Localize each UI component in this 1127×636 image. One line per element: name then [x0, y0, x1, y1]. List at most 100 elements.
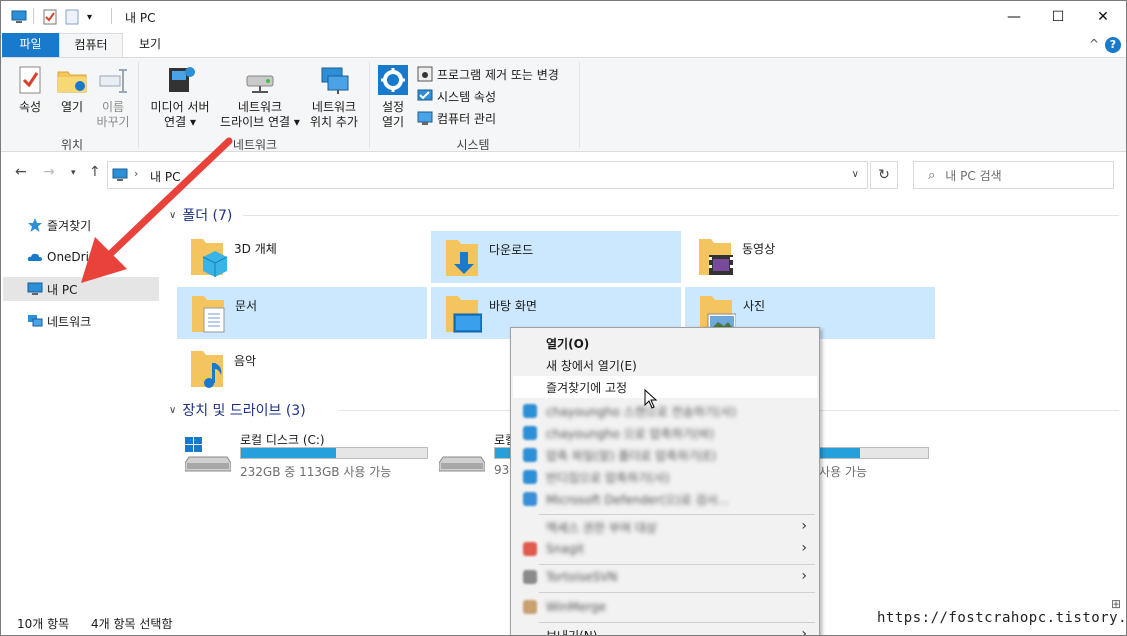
rename-label-2: 바꾸기	[96, 115, 130, 129]
up-arrow-icon[interactable]: ↑	[89, 164, 101, 180]
ribbon-collapse-icon[interactable]: ^	[1089, 37, 1099, 51]
nav-item-network[interactable]: 네트워크	[3, 309, 159, 333]
media-server-icon	[164, 64, 196, 96]
title-bar: ▾ 내 PC — ☐ ✕	[1, 1, 1126, 33]
menu-blurred-label: Snagit	[546, 542, 585, 556]
menu-item-pin-quick-access[interactable]: 즐겨찾기에 고정	[513, 376, 817, 398]
menu-blurred-label: chayoungho 스캔으로 전송하기(사)	[546, 404, 737, 419]
computer-management-icon	[417, 110, 433, 126]
address-path[interactable]: 내 PC	[150, 168, 180, 185]
properties-button[interactable]: 속성	[9, 64, 51, 115]
downloads-folder-icon	[446, 240, 478, 276]
map-drive-label-1: 네트워크	[237, 100, 283, 114]
breadcrumb-chevron-icon[interactable]: ›	[134, 167, 138, 180]
tab-file[interactable]: 파일	[2, 33, 59, 57]
nav-item-this-pc[interactable]: 내 PC	[3, 277, 159, 301]
menu-item-blurred-5[interactable]: Microsoft Defender(으)로 검사...	[513, 488, 817, 510]
menu-item-blurred-4[interactable]: 반디집으로 압축하기(사)	[513, 466, 817, 488]
tab-computer[interactable]: 컴퓨터	[59, 33, 123, 57]
add-network-location-button[interactable]: 네트워크 위치 추가	[303, 64, 365, 130]
computer-management-button[interactable]: 컴퓨터 관리	[417, 108, 496, 128]
folder-tile-documents[interactable]: 문서	[177, 287, 427, 339]
tab-view[interactable]: 보기	[127, 33, 173, 57]
menu-separator	[539, 564, 815, 565]
menu-item-blurred-8[interactable]: TortoiseSVN ›	[513, 566, 817, 588]
folder-tile-videos[interactable]: 동영상	[685, 231, 935, 283]
menu-item-blurred-9[interactable]: WinMerge	[513, 596, 817, 618]
menu-separator	[539, 622, 815, 623]
media-server-button[interactable]: 미디어 서버 연결 ▾	[145, 64, 215, 130]
uninstall-program-button[interactable]: 프로그램 제거 또는 변경	[417, 64, 559, 84]
menu-item-open-new-window[interactable]: 새 창에서 열기(E)	[513, 354, 817, 376]
nav-item-onedrive[interactable]: OneDrive	[3, 245, 159, 269]
shield-icon	[523, 492, 537, 506]
menu-open-label: 열기(O)	[546, 336, 590, 351]
menu-blurred-label: chayoungho 으로 압축하기(바)	[546, 426, 715, 441]
close-button[interactable]: ✕	[1080, 1, 1126, 33]
nav-item-quick-access[interactable]: 즐겨찾기	[3, 213, 159, 237]
app-icon	[523, 600, 537, 614]
drive-usage-fill	[241, 448, 336, 458]
submenu-arrow-icon: ›	[801, 626, 807, 636]
media-server-label-2-text: 연결	[164, 115, 187, 129]
folder-name: 다운로드	[489, 243, 534, 257]
collapse-chevron-icon[interactable]: ∨	[169, 210, 176, 221]
open-button[interactable]: 열기	[53, 64, 91, 115]
menu-item-blurred-3[interactable]: 압축 파일(알) 폴더로 압축하기(E)	[513, 444, 817, 466]
address-bar[interactable]: › 내 PC ∨	[107, 161, 868, 189]
media-server-label-1: 미디어 서버	[150, 100, 210, 114]
folder-name: 바탕 화면	[489, 299, 537, 313]
menu-blurred-label: WinMerge	[546, 600, 606, 614]
nav-onedrive-label: OneDrive	[47, 250, 104, 264]
drive-tile-c[interactable]: 로컬 디스크 (C:) 232GB 중 113GB 사용 가능	[177, 425, 437, 481]
folder-tile-3d-objects[interactable]: 3D 개체	[177, 231, 427, 283]
address-dropdown-icon[interactable]: ∨	[852, 169, 859, 180]
recent-locations-chevron-icon[interactable]: ▾	[71, 168, 76, 178]
toolbar-separator	[33, 8, 34, 24]
context-menu: 열기(O) 새 창에서 열기(E) 즐겨찾기에 고정 chayoungho 스캔…	[510, 327, 820, 636]
minimize-button[interactable]: —	[991, 1, 1037, 33]
add-location-label-2: 위치 추가	[310, 115, 358, 129]
folder-tile-downloads[interactable]: 다운로드	[431, 231, 681, 283]
rename-label-1: 이름	[101, 100, 125, 114]
system-properties-button[interactable]: 시스템 속성	[417, 86, 496, 106]
submenu-arrow-icon: ›	[801, 518, 807, 534]
refresh-button[interactable]: ↻	[870, 161, 898, 189]
group-separator	[579, 62, 580, 148]
view-toggle-icon[interactable]: ⊞	[1111, 597, 1121, 611]
menu-item-blurred-2[interactable]: chayoungho 으로 압축하기(바)	[513, 422, 817, 444]
collapse-chevron-icon[interactable]: ∨	[169, 405, 176, 416]
music-folder-icon	[191, 351, 223, 388]
menu-item-send-to[interactable]: 보내기(N) ›	[513, 624, 817, 636]
menu-item-blurred-1[interactable]: chayoungho 스캔으로 전송하기(사)	[513, 400, 817, 422]
ribbon-tabs: 파일 컴퓨터 보기 ^ ?	[1, 33, 1126, 57]
folder-tile-music[interactable]: 음악	[177, 343, 427, 395]
open-settings-button[interactable]: 설정 열기	[375, 64, 411, 130]
add-location-label-1: 네트워크	[311, 100, 357, 114]
menu-separator	[539, 592, 815, 593]
new-folder-quick-icon[interactable]	[65, 8, 79, 26]
menu-blurred-label: 반디집으로 압축하기(사)	[546, 470, 670, 485]
forward-arrow-icon[interactable]: →	[43, 164, 55, 180]
rename-button[interactable]: 이름 바꾸기	[93, 64, 133, 130]
search-box[interactable]: ⌕ 내 PC 검색	[913, 161, 1114, 189]
pc-icon	[11, 8, 27, 26]
drive-usage-bar	[240, 447, 428, 459]
app-icon	[523, 542, 537, 556]
menu-item-blurred-6[interactable]: 액세스 권한 부여 대상 ›	[513, 516, 817, 538]
refresh-icon: ↻	[878, 167, 890, 183]
menu-item-open[interactable]: 열기(O)	[513, 332, 817, 354]
help-icon[interactable]: ?	[1105, 37, 1121, 53]
submenu-arrow-icon: ›	[801, 568, 807, 584]
nav-quick-access-label: 즐겨찾기	[47, 218, 92, 233]
back-arrow-icon[interactable]: ←	[15, 164, 27, 180]
folders-section-header[interactable]: ∨ 폴더 (7)	[169, 205, 1119, 225]
properties-quick-icon[interactable]	[43, 8, 57, 26]
settings-label-2: 열기	[381, 115, 405, 129]
menu-blurred-label: 압축 파일(알) 폴더로 압축하기(E)	[546, 448, 717, 463]
menu-item-blurred-7[interactable]: Snagit ›	[513, 538, 817, 560]
quick-access-dropdown-icon[interactable]: ▾	[87, 8, 92, 26]
star-icon	[28, 218, 42, 232]
map-drive-button[interactable]: 네트워크 드라이브 연결 ▾	[215, 64, 305, 130]
maximize-button[interactable]: ☐	[1035, 1, 1081, 33]
